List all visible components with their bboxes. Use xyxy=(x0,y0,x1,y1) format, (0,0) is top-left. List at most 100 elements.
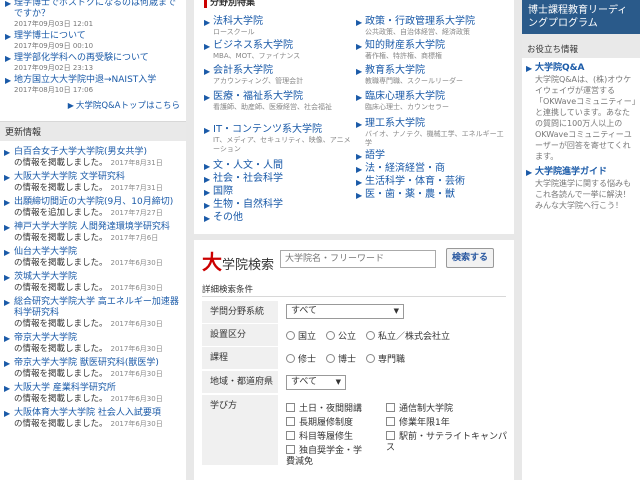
news-item[interactable]: ▶ 帝京大学大学院 の情報を掲載しました。 2017年6月30日 xyxy=(0,333,186,355)
qa-item[interactable]: ▶ 理学博士について 2017年09月09日 00:10 xyxy=(4,31,182,51)
type-radio-national[interactable]: 国立 xyxy=(286,329,316,342)
news-title[interactable]: 帝京大学大学院 xyxy=(14,333,77,343)
category-link[interactable]: ▶ 生物・自然科学 xyxy=(204,199,283,211)
news-item[interactable]: ▶ 帝京大学大学院 獣医研究科(獣医学) の情報を掲載しました。 2017年6月30日 xyxy=(0,358,186,380)
category-link[interactable]: ▶ ビジネス系大学院 xyxy=(204,40,352,52)
qa-item[interactable]: ▶ 理学部化学科への再受験について 2017年09月02日 23:13 xyxy=(4,53,182,73)
course-radio-professional[interactable]: 専門職 xyxy=(366,352,405,365)
category-label[interactable]: その他 xyxy=(213,212,243,223)
leading-program-banner[interactable]: 博士課程教育リーディングプログラム xyxy=(522,0,640,34)
useful-item[interactable]: ▶ 大学院進学ガイド 大学院進学に関する悩みもこれ各読んで一挙に解決！みんな大学院… xyxy=(522,162,640,211)
category-item[interactable]: ▶ 政策・行政管理系大学院 公共政策、自治体経営、経済政策 xyxy=(356,16,510,37)
news-title[interactable]: 出願締切間近の大学院(9月、10月締切) xyxy=(14,197,173,207)
search-input[interactable] xyxy=(280,250,436,268)
category-item[interactable]: ▶ 臨床心理系大学院 臨床心理士、カウンセラー xyxy=(356,91,510,112)
qa-item[interactable]: ▶ 地方国立大大学院中退→NAIST入学 2017年08月10日 17:06 xyxy=(4,75,182,95)
category-item[interactable]: ▶ 法・経済経営・商 xyxy=(356,163,445,175)
category-item[interactable]: ▶ 医療・福祉系大学院 看護師、助産師、医療経営、社会福祉 xyxy=(204,91,352,112)
news-item[interactable]: ▶ 大阪体育大学大学院 社会人入試要項 の情報を掲載しました。 2017年6月30日 xyxy=(0,408,186,430)
type-radio-private[interactable]: 私立／株式会社立 xyxy=(366,329,450,342)
news-item[interactable]: ▶ 仙台大学大学院 の情報を掲載しました。 2017年6月30日 xyxy=(0,247,186,269)
news-item[interactable]: ▶ 大阪大学大学院 文学研究科 の情報を掲載しました。 2017年7月31日 xyxy=(0,172,186,194)
category-label[interactable]: ビジネス系大学院 xyxy=(213,40,293,51)
news-title[interactable]: 大阪体育大学大学院 社会人入試要項 xyxy=(14,408,161,418)
category-label[interactable]: 文・人文・人間 xyxy=(213,160,283,171)
category-link[interactable]: ▶ 医療・福祉系大学院 xyxy=(204,91,352,103)
category-link[interactable]: ▶ 政策・行政管理系大学院 xyxy=(356,16,510,28)
category-link[interactable]: ▶ 生活科学・体育・芸術 xyxy=(356,176,465,188)
category-label[interactable]: 語学 xyxy=(365,150,385,161)
category-link[interactable]: ▶ 語学 xyxy=(356,150,385,162)
news-title[interactable]: 帝京大学大学院 獣医研究科(獣医学) xyxy=(14,358,159,368)
study-check[interactable]: 独自奨学金・学費減免 xyxy=(286,445,370,468)
category-item[interactable]: ▶ 社会・社会科学 xyxy=(204,173,283,185)
category-link[interactable]: ▶ 知的財産系大学院 xyxy=(356,40,510,52)
category-label[interactable]: 臨床心理系大学院 xyxy=(365,91,445,102)
study-check[interactable]: 通信制大学院 xyxy=(386,403,453,415)
category-link[interactable]: ▶ 医・歯・薬・農・獣 xyxy=(356,189,455,201)
news-item[interactable]: ▶ 白百合女子大学大学院(男女共学) の情報を掲載しました。 2017年8月31日 xyxy=(0,147,186,169)
category-label[interactable]: 医療・福祉系大学院 xyxy=(213,91,303,102)
study-check[interactable]: 修業年限1年 xyxy=(386,417,450,429)
news-item[interactable]: ▶ 大阪大学 産業科学研究所 の情報を掲載しました。 2017年6月30日 xyxy=(0,383,186,405)
useful-item[interactable]: ▶ 大学院Q&A 大学院Q&Aは、(株)オウケイウェイヴが運営する「OKWaveコ… xyxy=(522,58,640,162)
study-check[interactable]: 長期履修制度 xyxy=(286,417,353,429)
category-item[interactable]: ▶ 医・歯・薬・農・獣 xyxy=(356,189,455,201)
category-label[interactable]: IT・コンテンツ系大学院 xyxy=(213,124,322,135)
category-item[interactable]: ▶ 教育系大学院 教職専門職、スクールリーダー xyxy=(356,65,510,86)
study-check[interactable]: 駅前・サテライトキャンパス xyxy=(386,431,508,454)
category-link[interactable]: ▶ 教育系大学院 xyxy=(356,65,510,77)
qa-title[interactable]: 地方国立大大学院中退→NAIST入学 xyxy=(14,75,182,86)
category-item[interactable]: ▶ 会計系大学院 アカウンティング、管理会計 xyxy=(204,65,352,86)
category-link[interactable]: ▶ その他 xyxy=(204,212,243,224)
category-link[interactable]: ▶ 国際 xyxy=(204,186,233,198)
category-item[interactable]: ▶ 生活科学・体育・芸術 xyxy=(356,176,465,188)
category-label[interactable]: 生活科学・体育・芸術 xyxy=(365,176,465,187)
qa-top-link[interactable]: 大学院Q&Aトップはこちら xyxy=(76,101,180,111)
news-item[interactable]: ▶ 出願締切間近の大学院(9月、10月締切) の情報を追加しました。 2017年7月2… xyxy=(0,197,186,219)
useful-item-title[interactable]: ▶ 大学院進学ガイド xyxy=(526,166,636,178)
category-link[interactable]: ▶ 法科大学院 xyxy=(204,16,352,28)
useful-item-title-text[interactable]: 大学院Q&A xyxy=(535,63,584,73)
news-title[interactable]: 総合研究大学院大学 高エネルギー加速器科学研究科 xyxy=(14,297,179,318)
category-label[interactable]: 生物・自然科学 xyxy=(213,199,283,210)
category-item[interactable]: ▶ 生物・自然科学 xyxy=(204,199,283,211)
category-item[interactable]: ▶ その他 xyxy=(204,212,243,224)
category-item[interactable]: ▶ IT・コンテンツ系大学院 IT、メディア、セキュリティ、映像、アニメーション xyxy=(204,124,352,154)
category-label[interactable]: 社会・社会科学 xyxy=(213,173,283,184)
news-title[interactable]: 神戸大学大学院 人間発達環境学研究科 xyxy=(14,222,170,232)
category-link[interactable]: ▶ 臨床心理系大学院 xyxy=(356,91,510,103)
news-title[interactable]: 仙台大学大学院 xyxy=(14,247,77,257)
category-item[interactable]: ▶ 国際 xyxy=(204,186,233,198)
study-check[interactable]: 土日・夜間開講 xyxy=(286,403,362,415)
category-item[interactable]: ▶ 語学 xyxy=(356,150,385,162)
category-label[interactable]: 医・歯・薬・農・獣 xyxy=(365,189,455,200)
category-label[interactable]: 理工系大学院 xyxy=(365,118,425,129)
news-title[interactable]: 白百合女子大学大学院(男女共学) xyxy=(14,147,147,157)
type-radio-public[interactable]: 公立 xyxy=(326,329,356,342)
news-title[interactable]: 茨城大学大学院 xyxy=(14,272,77,282)
category-item[interactable]: ▶ ビジネス系大学院 MBA、MOT、ファイナンス xyxy=(204,40,352,61)
field-select[interactable]: すべて ▼ xyxy=(286,304,404,319)
useful-item-title[interactable]: ▶ 大学院Q&A xyxy=(526,62,636,74)
category-label[interactable]: 法科大学院 xyxy=(213,16,263,27)
category-link[interactable]: ▶ 社会・社会科学 xyxy=(204,173,283,185)
category-link[interactable]: ▶ 理工系大学院 xyxy=(356,118,510,130)
qa-title[interactable]: 理学博士について xyxy=(14,31,182,42)
qa-title[interactable]: 理学博士でポスドクになるのは何歳までですか？ xyxy=(14,0,182,20)
category-link[interactable]: ▶ 文・人文・人間 xyxy=(204,160,283,172)
category-label[interactable]: 法・経済経営・商 xyxy=(365,163,445,174)
news-item[interactable]: ▶ 茨城大学大学院 の情報を掲載しました。 2017年6月30日 xyxy=(0,272,186,294)
category-item[interactable]: ▶ 文・人文・人間 xyxy=(204,160,283,172)
search-button[interactable]: 検索する xyxy=(446,248,494,268)
course-radio-doctor[interactable]: 博士 xyxy=(326,352,356,365)
news-title[interactable]: 大阪大学大学院 文学研究科 xyxy=(14,172,125,182)
category-label[interactable]: 政策・行政管理系大学院 xyxy=(365,16,475,27)
news-item[interactable]: ▶ 総合研究大学院大学 高エネルギー加速器科学研究科 の情報を掲載しました。 2017… xyxy=(0,297,186,330)
category-label[interactable]: 国際 xyxy=(213,186,233,197)
news-title[interactable]: 大阪大学 産業科学研究所 xyxy=(14,383,116,393)
category-label[interactable]: 教育系大学院 xyxy=(365,65,425,76)
category-link[interactable]: ▶ 会計系大学院 xyxy=(204,65,352,77)
qa-title[interactable]: 理学部化学科への再受験について xyxy=(14,53,182,64)
category-item[interactable]: ▶ 知的財産系大学院 著作権、特許権、商標権 xyxy=(356,40,510,61)
